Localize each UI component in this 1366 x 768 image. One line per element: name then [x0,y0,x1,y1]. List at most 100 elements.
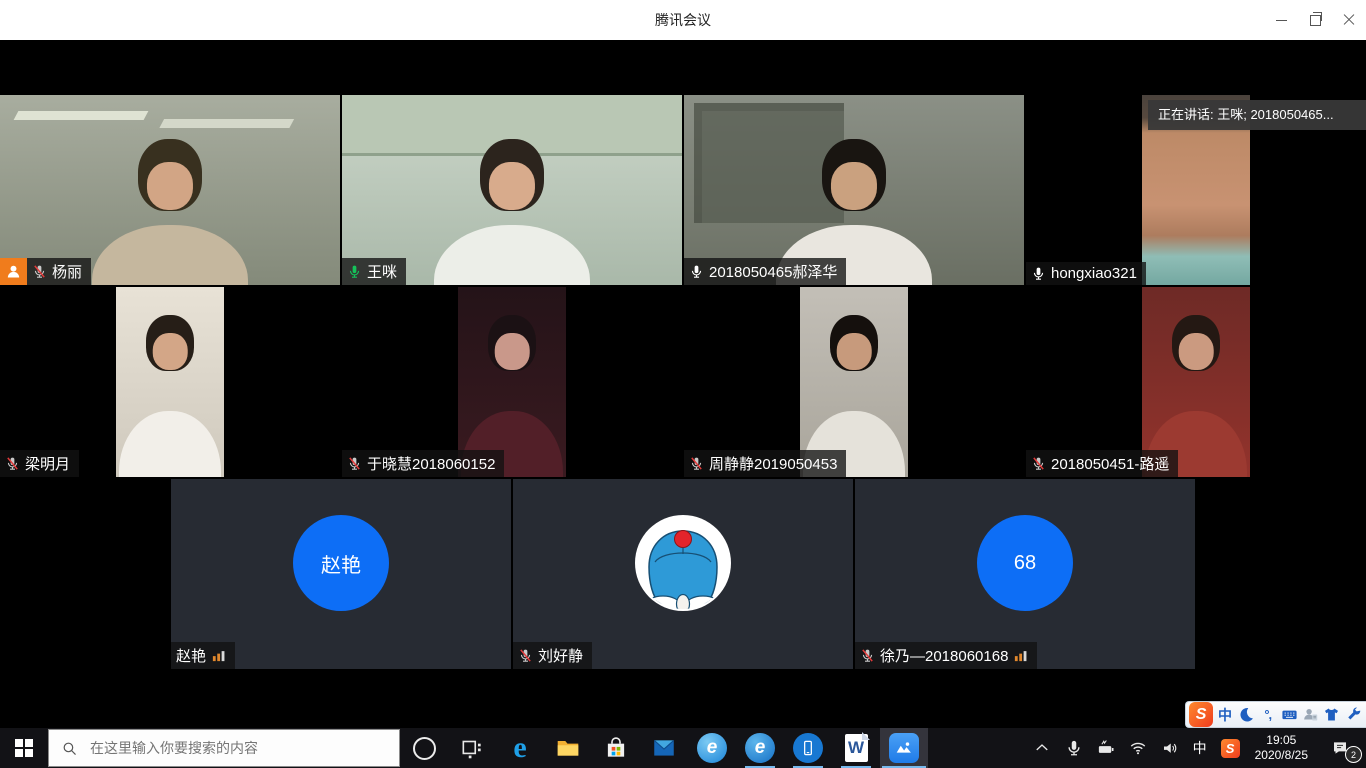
clock-time: 19:05 [1255,733,1308,748]
tray-chevron-button[interactable] [1028,728,1056,768]
your-phone-button[interactable] [784,728,832,768]
tray-volume-button[interactable] [1156,728,1184,768]
skin-tshirt-icon[interactable] [1322,704,1341,726]
search-input[interactable] [88,739,387,757]
video-tile-zhoujingjing[interactable]: 周静静2019050453 [684,287,1024,477]
video-row-3: 赵艳 赵艳 [171,479,1195,669]
mic-on-icon [689,264,704,279]
tray-wifi-button[interactable] [1124,728,1152,768]
cortana-icon [413,737,436,760]
edge-button[interactable]: e [496,728,544,768]
fullwidth-moon-icon[interactable] [1237,704,1256,726]
account-icon[interactable] [1301,704,1320,726]
tray-sogou-button[interactable]: S [1216,728,1245,768]
start-button[interactable] [0,728,48,768]
video-tile-zhaoyan[interactable]: 赵艳 赵艳 [171,479,511,669]
restore-icon [1310,15,1321,26]
participant-label: hongxiao321 [1026,262,1146,285]
participant-name: 王咪 [367,261,397,282]
tencent-meeting-button[interactable] [880,728,928,768]
battery-icon [1097,739,1115,757]
mic-muted-icon [32,264,47,279]
mail-button[interactable] [640,728,688,768]
video-tile-yangli[interactable]: 杨丽 [0,95,340,285]
search-icon [61,740,78,757]
settings-wrench-icon[interactable] [1344,704,1363,726]
mic-muted-icon [5,456,20,471]
cortana-button[interactable] [400,728,448,768]
sogou-input-toolbar: S 中 °, [1185,701,1366,728]
participant-name: 于晓慧2018060152 [367,453,495,474]
video-tile-luyao[interactable]: 2018050451-路遥 [1026,287,1366,477]
avatar: 赵艳 [293,515,389,611]
windows-logo-icon [15,739,33,757]
system-tray: 中 S 19:05 2020/8/25 2 [1028,728,1366,768]
soft-keyboard-icon[interactable] [1279,704,1298,726]
participant-label: 杨丽 [27,258,91,285]
task-view-button[interactable] [448,728,496,768]
title-bar: 腾讯会议 [0,0,1366,40]
minimize-button[interactable] [1264,0,1298,40]
input-mode-indicator[interactable]: 中 [1188,728,1212,768]
participant-label: 刘好静 [513,642,592,669]
video-tile-xunai[interactable]: 68 徐乃—2018060168 [855,479,1195,669]
word-button[interactable]: W [832,728,880,768]
video-tile-liangmingyue[interactable]: 梁明月 [0,287,340,477]
chinese-mode-toggle[interactable]: 中 [1215,704,1234,726]
video-tile-wangmi[interactable]: 王咪 [342,95,682,285]
sogou-logo-icon[interactable]: S [1189,702,1213,727]
tray-battery-button[interactable] [1092,728,1120,768]
close-button[interactable] [1332,0,1366,40]
taskbar: e e e W 中 S 19:05 2020/8/25 2 [0,728,1366,768]
clock-date: 2020/8/25 [1255,748,1308,763]
avatar-text: 68 [1014,552,1036,575]
participant-video [684,95,1024,285]
file-explorer-button[interactable] [544,728,592,768]
mic-muted-icon [347,456,362,471]
sogou-tray-icon: S [1221,739,1240,758]
avatar [635,515,731,611]
tray-microphone-button[interactable] [1060,728,1088,768]
word-icon: W [845,734,868,762]
your-phone-icon [793,733,823,763]
participant-label: 周静静2019050453 [684,450,846,477]
speaker-icon [1161,739,1179,757]
mic-active-icon [347,264,362,279]
tencent-meeting-icon [889,733,919,763]
window-controls [1264,0,1366,40]
internet-explorer-button[interactable]: e [688,728,736,768]
task-view-icon [459,735,485,761]
participant-video [0,95,340,285]
punctuation-mode-toggle[interactable]: °, [1258,704,1277,726]
participant-name: 梁明月 [25,453,70,474]
restore-button[interactable] [1298,0,1332,40]
window-title: 腾讯会议 [0,0,1366,40]
video-tile-haozehua[interactable]: 2018050465郝泽华 [684,95,1024,285]
microphone-icon [1065,739,1083,757]
video-tile-yuxiaohui[interactable]: 于晓慧2018060152 [342,287,682,477]
member-badge-icon[interactable] [0,258,27,285]
close-icon [1343,14,1355,26]
minimize-icon [1276,20,1287,21]
action-center-button[interactable]: 2 [1318,728,1362,768]
microsoft-store-button[interactable] [592,728,640,768]
network-signal-icon [211,648,226,663]
edge-icon: e [513,733,526,763]
participant-label: 于晓慧2018060152 [342,450,504,477]
speaking-banner: 正在讲话: 王咪; 2018050465... [1148,100,1366,130]
participant-name: 2018050465郝泽华 [709,261,837,282]
participant-label: 王咪 [342,258,406,285]
video-tile-liuhaojing[interactable]: 刘好静 [513,479,853,669]
browser-button[interactable]: e [736,728,784,768]
participant-name: hongxiao321 [1051,265,1137,282]
taskbar-search[interactable] [48,729,400,767]
participant-name: 周静静2019050453 [709,453,837,474]
participant-label: 徐乃—2018060168 [855,642,1037,669]
clock[interactable]: 19:05 2020/8/25 [1249,728,1314,768]
mic-muted-icon [860,648,875,663]
avatar: 68 [977,515,1073,611]
doraemon-avatar-image [635,515,731,611]
participant-video [342,95,682,285]
notification-count-badge: 2 [1345,746,1362,763]
wifi-icon [1129,739,1147,757]
